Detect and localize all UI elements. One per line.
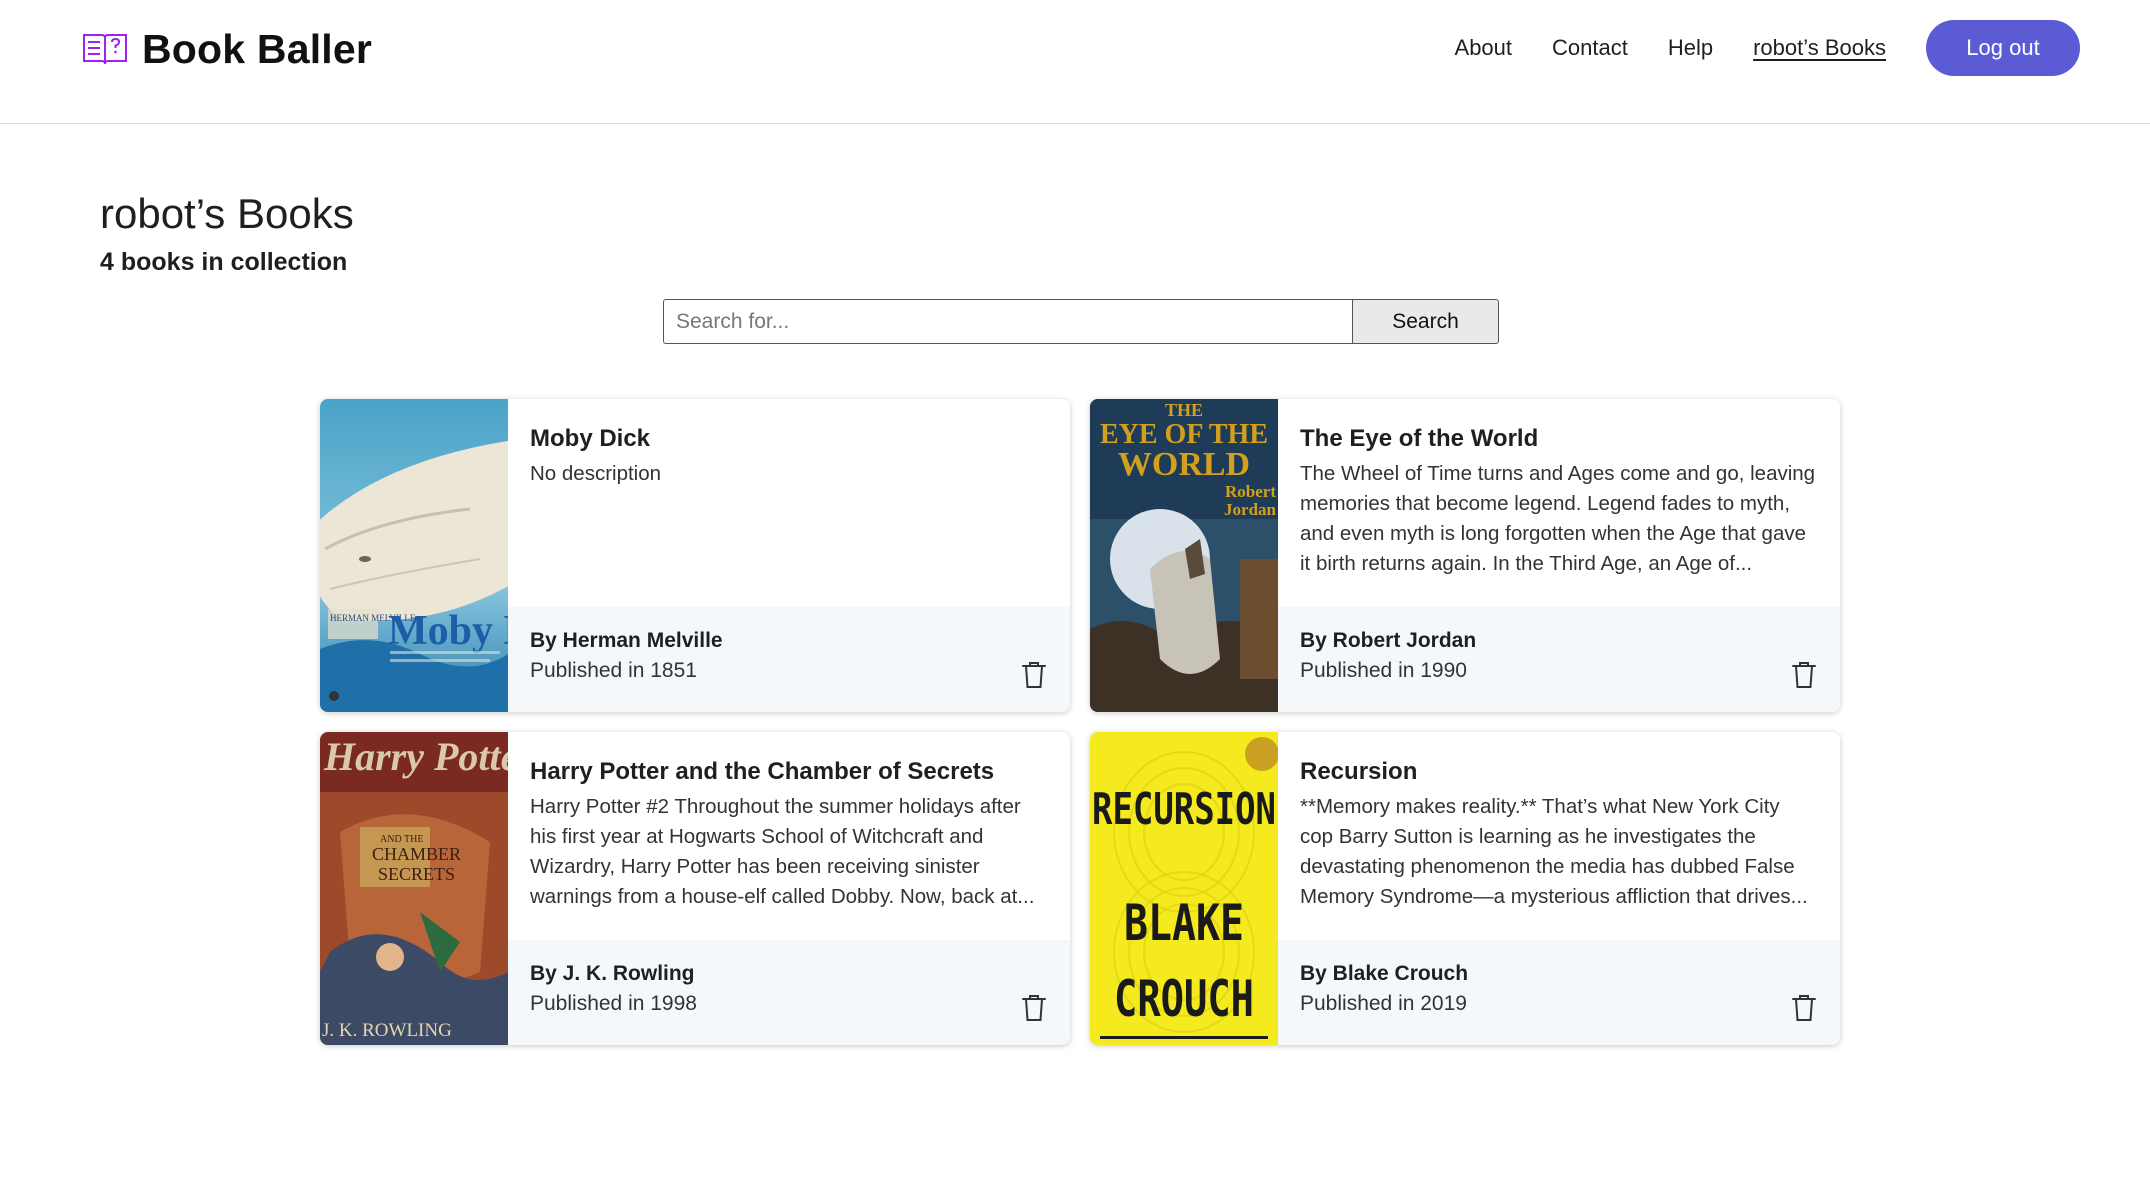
- trash-icon[interactable]: [1022, 994, 1046, 1022]
- book-title[interactable]: The Eye of the World: [1300, 425, 1818, 453]
- cover-author-line1: Robert: [1225, 482, 1276, 501]
- nav-about-link[interactable]: About: [1455, 35, 1513, 61]
- trash-icon[interactable]: [1022, 661, 1046, 689]
- book-author: By Herman Melville: [530, 629, 723, 652]
- book-card: HERMAN MELVILLE Moby Di Moby Dick No des…: [320, 399, 1070, 712]
- main-nav: About Contact Help robot’s Books Log out: [1455, 20, 2080, 76]
- book-cover-image[interactable]: THE EYE OF THE WORLD Robert Jordan: [1090, 399, 1278, 712]
- eye-of-the-world-cover: THE EYE OF THE WORLD Robert Jordan: [1090, 399, 1278, 712]
- book-card-body: Moby Dick No description By Herman Melvi…: [508, 399, 1070, 712]
- book-description: The Wheel of Time turns and Ages come an…: [1300, 462, 1816, 575]
- cover-title-line3: WORLD: [1118, 446, 1250, 483]
- book-card-body: The Eye of the World The Wheel of Time t…: [1278, 399, 1840, 712]
- cover-author-first: BLAKE: [1124, 894, 1244, 952]
- book-card: Harry Potter AND THE CHAMBER SECRETS J. …: [320, 732, 1070, 1045]
- book-description: Harry Potter #2 Throughout the summer ho…: [530, 795, 1035, 908]
- book-cover-image[interactable]: HERMAN MELVILLE Moby Di: [320, 399, 508, 712]
- book-details: The Eye of the World The Wheel of Time t…: [1278, 399, 1840, 607]
- search-input[interactable]: [663, 299, 1352, 344]
- book-published-year: Published in 1851: [530, 659, 697, 682]
- book-title[interactable]: Recursion: [1300, 758, 1818, 786]
- search-button[interactable]: Search: [1352, 299, 1499, 344]
- brand[interactable]: Book Baller: [82, 26, 372, 72]
- nav-help-link[interactable]: Help: [1668, 35, 1713, 61]
- book-author: By Blake Crouch: [1300, 962, 1469, 985]
- trash-icon[interactable]: [1792, 661, 1816, 689]
- trash-icon[interactable]: [1792, 994, 1816, 1022]
- book-card-body: Harry Potter and the Chamber of Secrets …: [508, 732, 1070, 1045]
- collection-count: 4 books in collection: [100, 248, 348, 276]
- cover-author-text: J. K. ROWLING: [322, 1020, 452, 1041]
- book-meta: By Herman Melville Published in 1851: [508, 607, 1070, 712]
- book-description: No description: [530, 462, 662, 485]
- moby-dick-cover: HERMAN MELVILLE Moby Di: [320, 399, 508, 712]
- top-navigation-bar: Book Baller About Contact Help robot’s B…: [0, 0, 2150, 124]
- cover-author-last: CROUCH: [1114, 970, 1254, 1028]
- book-author: By Robert Jordan: [1300, 629, 1477, 652]
- book-cover-image[interactable]: RECURSION BLAKE CROUCH: [1090, 732, 1278, 1045]
- book-meta: By Robert Jordan Published in 1990: [1278, 607, 1840, 712]
- book-published-year: Published in 2019: [1300, 992, 1467, 1015]
- page-title: robot’s Books: [100, 190, 354, 237]
- nav-my-books-link[interactable]: robot’s Books: [1753, 35, 1886, 61]
- book-card-body: Recursion **Memory makes reality.** That…: [1278, 732, 1840, 1045]
- brand-name: Book Baller: [142, 25, 373, 72]
- book-details: Recursion **Memory makes reality.** That…: [1278, 732, 1840, 940]
- cover-title-text: Moby Di: [388, 608, 508, 654]
- cover-title-line1: THE: [1165, 400, 1203, 420]
- book-published-year: Published in 1990: [1300, 659, 1467, 682]
- book-details: Harry Potter and the Chamber of Secrets …: [508, 732, 1070, 940]
- recursion-cover: RECURSION BLAKE CROUCH: [1090, 732, 1278, 1045]
- cover-title-text: Harry Potter: [323, 734, 508, 779]
- cover-subtitle-line3: SECRETS: [378, 864, 455, 884]
- harry-potter-cover: Harry Potter AND THE CHAMBER SECRETS J. …: [320, 732, 508, 1045]
- book-title[interactable]: Moby Dick: [530, 425, 1048, 453]
- book-question-icon: [83, 34, 127, 65]
- book-title[interactable]: Harry Potter and the Chamber of Secrets: [530, 758, 1048, 786]
- book-card: THE EYE OF THE WORLD Robert Jordan The E…: [1090, 399, 1840, 712]
- book-description: **Memory makes reality.** That’s what Ne…: [1300, 795, 1808, 908]
- book-published-year: Published in 1998: [530, 992, 697, 1015]
- book-cover-image[interactable]: Harry Potter AND THE CHAMBER SECRETS J. …: [320, 732, 508, 1045]
- book-author: By J. K. Rowling: [530, 962, 695, 985]
- search-bar: Search: [663, 299, 1499, 344]
- logout-button[interactable]: Log out: [1926, 20, 2080, 76]
- cover-subtitle-line2: CHAMBER: [372, 844, 461, 864]
- cover-title-text: RECURSION: [1092, 784, 1276, 835]
- nav-contact-link[interactable]: Contact: [1552, 35, 1628, 61]
- cover-author-line2: Jordan: [1224, 500, 1277, 519]
- book-meta: By Blake Crouch Published in 2019: [1278, 940, 1840, 1045]
- book-meta: By J. K. Rowling Published in 1998: [508, 940, 1070, 1045]
- book-card: RECURSION BLAKE CROUCH Recursion **Memor…: [1090, 732, 1840, 1045]
- book-details: Moby Dick No description: [508, 399, 1070, 607]
